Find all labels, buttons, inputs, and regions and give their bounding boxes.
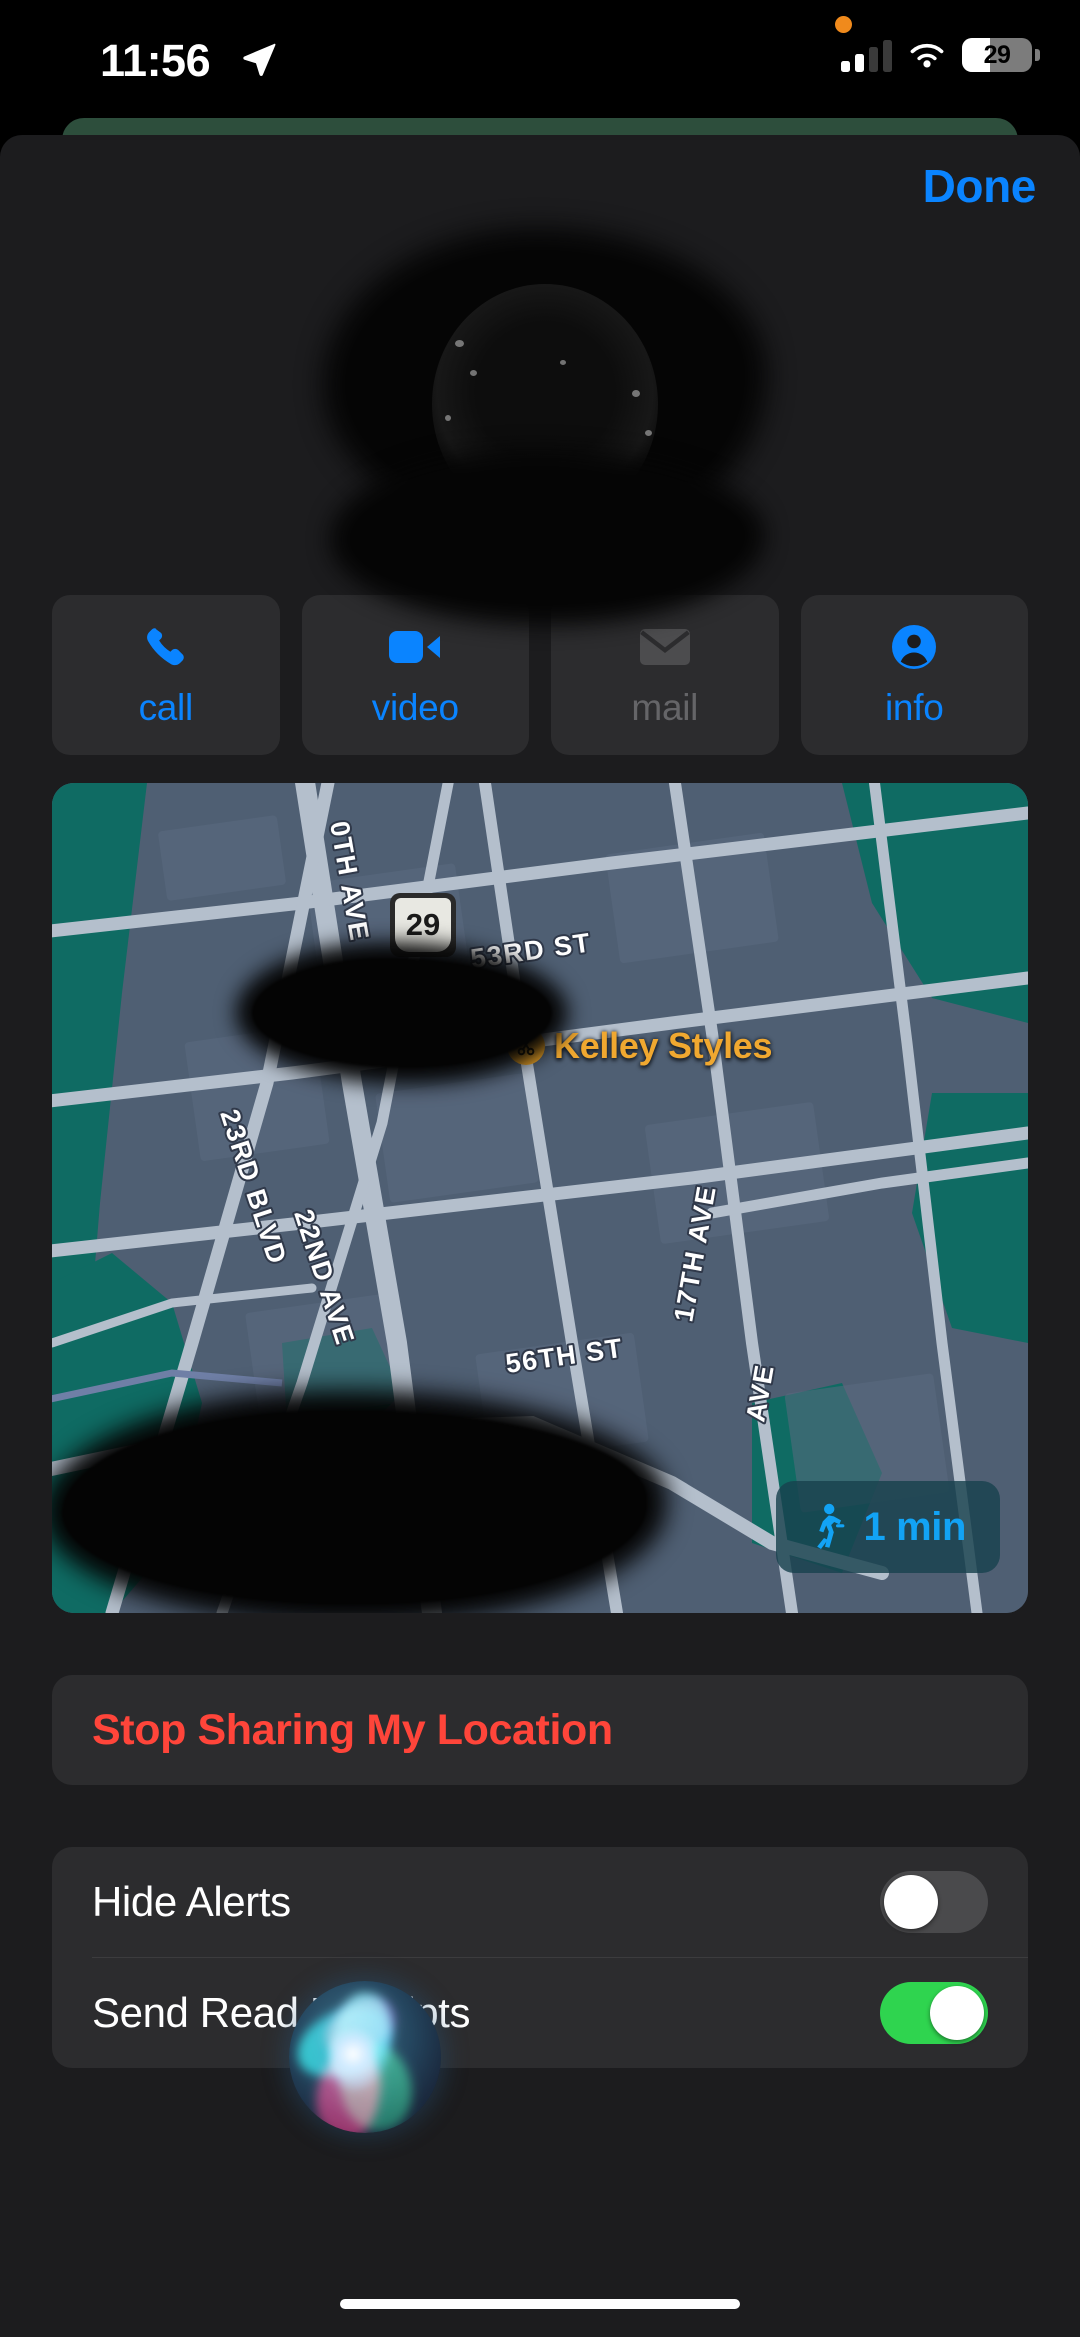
contact-identity xyxy=(0,240,1080,605)
send-read-receipts-row[interactable]: Send Read Receipts xyxy=(52,1958,1028,2068)
wifi-icon xyxy=(910,43,944,68)
contact-detail-sheet: Done call video mail info 0TH AVE 53RD S… xyxy=(0,135,1080,2337)
contact-actions: call video mail info xyxy=(0,595,1080,755)
info-button[interactable]: info xyxy=(800,595,1028,755)
info-button-label: info xyxy=(885,687,944,728)
hide-alerts-row[interactable]: Hide Alerts xyxy=(52,1847,1028,1957)
mail-button-label: mail xyxy=(631,687,699,728)
contact-name xyxy=(350,470,745,605)
privacy-indicator-dot xyxy=(835,16,852,33)
envelope-icon xyxy=(634,621,696,673)
stop-sharing-location-row[interactable]: Stop Sharing My Location xyxy=(52,1675,1028,1785)
walking-person-icon xyxy=(816,1503,844,1549)
location-map[interactable]: 0TH AVE 53RD ST 23RD BLVD 22ND AVE 56TH … xyxy=(52,783,1028,1613)
status-bar-icons: 29 xyxy=(841,38,1040,72)
mail-button: mail xyxy=(551,595,779,755)
video-button-label: video xyxy=(371,687,459,728)
hide-alerts-label: Hide Alerts xyxy=(92,1878,291,1925)
battery-percent-label: 29 xyxy=(983,40,1011,69)
person-circle-icon xyxy=(883,621,945,673)
map-poi[interactable]: Kelley Styles xyxy=(507,1025,773,1067)
done-button[interactable]: Done xyxy=(923,159,1037,213)
cellular-signal-icon xyxy=(841,40,892,72)
travel-time-label: 1 min xyxy=(863,1504,967,1549)
siri-orb-icon[interactable] xyxy=(289,1981,441,2133)
map-address-redaction xyxy=(252,958,552,1068)
status-bar: 11:56 29 xyxy=(0,0,1080,118)
sheet-header: Done xyxy=(0,135,1080,240)
status-bar-time: 11:56 xyxy=(100,35,211,86)
location-arrow-icon xyxy=(243,43,276,76)
map-poi-label: Kelley Styles xyxy=(554,1025,773,1066)
highway-shield-number: 29 xyxy=(395,898,451,952)
stop-sharing-location-label: Stop Sharing My Location xyxy=(92,1705,613,1754)
call-button-label: call xyxy=(138,687,194,728)
phone-icon xyxy=(135,621,197,673)
call-button[interactable]: call xyxy=(52,595,280,755)
send-read-receipts-toggle[interactable] xyxy=(880,1982,988,2044)
hide-alerts-toggle[interactable] xyxy=(880,1871,988,1933)
home-indicator xyxy=(340,2299,740,2309)
travel-time-badge[interactable]: 1 min xyxy=(775,1481,1000,1573)
video-button[interactable]: video xyxy=(301,595,529,755)
map-caption-redaction xyxy=(62,1410,647,1605)
message-settings-group: Hide Alerts Send Read Receipts xyxy=(52,1847,1028,2068)
highway-shield-icon: 29 xyxy=(390,893,456,957)
iphone-screen: 11:56 29 Done call video mail info 0TH A… xyxy=(0,0,1080,2337)
battery-icon: 29 xyxy=(962,38,1040,72)
stop-sharing-group: Stop Sharing My Location xyxy=(52,1675,1028,1785)
video-camera-icon xyxy=(384,621,446,673)
